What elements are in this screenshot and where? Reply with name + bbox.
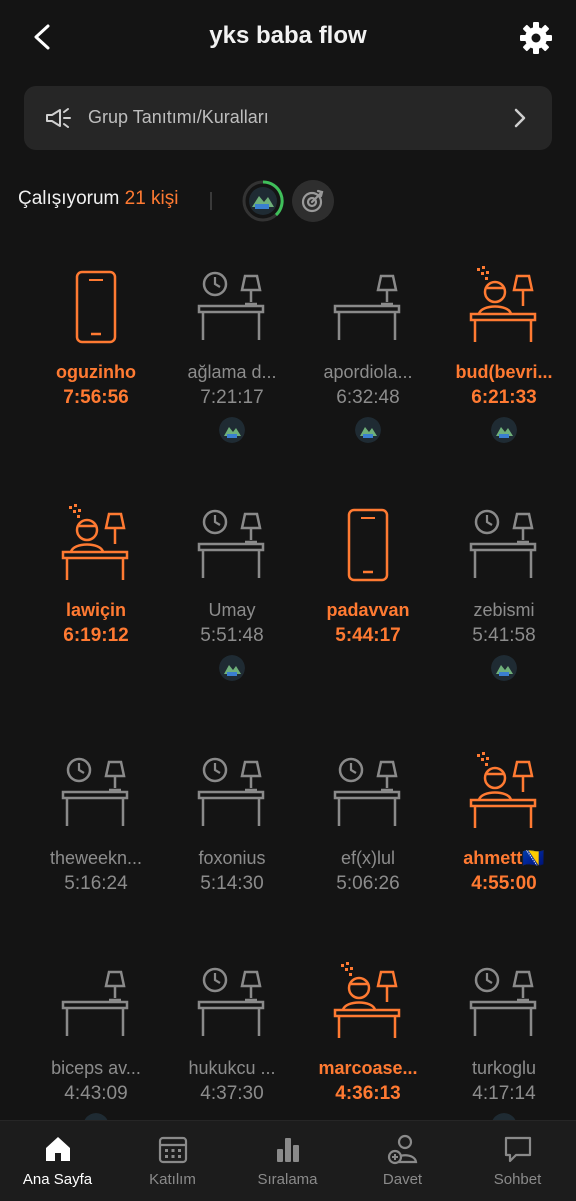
group-rules-label: Grup Tanıtımı/Kuralları xyxy=(88,107,269,127)
divider xyxy=(210,192,212,210)
member-time: 6:32:48 xyxy=(336,387,400,408)
member-time: 7:56:56 xyxy=(63,387,129,408)
member-card[interactable]: turkoglu 4:17:14 xyxy=(432,958,576,1139)
member-time: 7:21:17 xyxy=(200,387,264,408)
studying-person-icon xyxy=(333,962,401,1038)
desk-clock-icon xyxy=(197,271,265,340)
tab-attendance[interactable]: Katılım xyxy=(115,1121,230,1201)
group-badge-icon xyxy=(355,417,381,443)
chat-icon xyxy=(504,1136,531,1163)
avatar[interactable] xyxy=(242,180,284,222)
member-card[interactable]: theweekn... 5:16:24 xyxy=(24,748,168,895)
chevron-right-icon xyxy=(514,108,526,128)
group-badge-icon xyxy=(491,417,517,443)
top-bar: yks baba flow xyxy=(0,0,576,74)
member-name: hukukcu ... xyxy=(188,1058,276,1078)
member-time: 4:36:13 xyxy=(335,1083,401,1104)
studying-label: Çalışıyorum xyxy=(18,188,120,209)
home-icon xyxy=(45,1137,70,1161)
tab-label: Katılım xyxy=(149,1171,196,1188)
tab-label: Sohbet xyxy=(493,1171,542,1188)
studying-count: 21 kişi xyxy=(124,188,179,209)
member-card[interactable]: marcoase... 4:36:13 xyxy=(296,958,440,1105)
member-name: Umay xyxy=(208,600,256,620)
desk-clock-icon xyxy=(197,509,265,578)
target-icon[interactable] xyxy=(292,180,334,222)
member-card[interactable]: bud(bevri... 6:21:33 xyxy=(432,262,576,443)
desk-clock-icon xyxy=(61,757,129,826)
member-card[interactable]: zebismi 5:41:58 xyxy=(432,500,576,681)
tab-label: Sıralama xyxy=(257,1171,318,1188)
studying-person-icon xyxy=(469,752,537,828)
member-name: oguzinho xyxy=(56,362,136,382)
desk-lamp-icon xyxy=(333,274,401,340)
megaphone-icon xyxy=(46,108,71,128)
member-name: theweekn... xyxy=(49,848,143,868)
member-card[interactable]: Umay 5:51:48 xyxy=(160,500,304,681)
member-name: padavvan xyxy=(326,600,410,620)
tab-label: Ana Sayfa xyxy=(22,1171,93,1188)
phone-icon xyxy=(347,508,389,582)
member-time: 5:14:30 xyxy=(200,873,264,894)
bar-chart-icon xyxy=(276,1138,299,1162)
group-badge-icon xyxy=(491,655,517,681)
tab-label: Davet xyxy=(382,1171,423,1188)
member-name: apordiola... xyxy=(323,362,413,382)
desk-lamp-icon xyxy=(61,970,129,1036)
member-name: lawiçin xyxy=(65,600,127,620)
page-title: yks baba flow xyxy=(209,22,367,49)
phone-icon xyxy=(75,270,117,344)
member-name: bud(bevri... xyxy=(455,362,553,382)
member-name: zebismi xyxy=(473,600,535,620)
member-card[interactable]: hukukcu ... 4:37:30 xyxy=(160,958,304,1105)
member-time: 4:43:09 xyxy=(64,1083,128,1104)
member-card[interactable]: ağlama d... 7:21:17 xyxy=(160,262,304,443)
member-time: 4:17:14 xyxy=(472,1083,536,1104)
desk-clock-icon xyxy=(469,967,537,1036)
gear-icon[interactable] xyxy=(518,20,554,56)
add-user-icon xyxy=(387,1134,417,1165)
member-name: ahmett🇧🇦 xyxy=(463,848,545,868)
member-card[interactable]: lawiçin 6:19:12 xyxy=(24,500,168,647)
member-name: biceps av... xyxy=(51,1058,141,1078)
member-time: 4:37:30 xyxy=(200,1083,264,1104)
member-card[interactable]: padavvan 5:44:17 xyxy=(296,500,440,647)
member-time: 6:21:33 xyxy=(471,387,537,408)
group-badge-icon xyxy=(219,655,245,681)
member-time: 5:06:26 xyxy=(336,873,400,894)
member-name: ef(x)lul xyxy=(340,848,395,868)
group-badge-icon xyxy=(219,417,245,443)
member-time: 5:51:48 xyxy=(200,625,264,646)
member-name: ağlama d... xyxy=(187,362,277,382)
member-time: 5:44:17 xyxy=(335,625,401,646)
member-time: 5:41:58 xyxy=(472,625,536,646)
desk-clock-icon xyxy=(469,509,537,578)
calendar-icon xyxy=(158,1136,187,1164)
member-card[interactable]: ahmett🇧🇦 4:55:00 xyxy=(432,748,576,895)
member-time: 5:16:24 xyxy=(64,873,128,894)
desk-clock-icon xyxy=(333,757,401,826)
member-card[interactable]: apordiola... 6:32:48 xyxy=(296,262,440,443)
member-card[interactable]: ef(x)lul 5:06:26 xyxy=(296,748,440,895)
studying-person-icon xyxy=(61,504,129,580)
member-time: 6:19:12 xyxy=(63,625,129,646)
bottom-tab-bar: Ana Sayfa Katılım Sıralama Davet Sohbet xyxy=(0,1120,576,1201)
member-card[interactable]: oguzinho 7:56:56 xyxy=(24,262,168,409)
tab-invite[interactable]: Davet xyxy=(345,1121,460,1201)
desk-clock-icon xyxy=(197,757,265,826)
tab-ranking[interactable]: Sıralama xyxy=(230,1121,345,1201)
member-card[interactable]: biceps av... 4:43:09 xyxy=(24,958,168,1139)
tab-home[interactable]: Ana Sayfa xyxy=(0,1121,115,1201)
member-time: 4:55:00 xyxy=(471,873,537,894)
tab-chat[interactable]: Sohbet xyxy=(460,1121,575,1201)
member-name: turkoglu xyxy=(471,1058,537,1078)
desk-clock-icon xyxy=(197,967,265,1036)
studying-summary: Çalışıyorum 21 kişi xyxy=(18,188,179,210)
group-rules-button[interactable]: Grup Tanıtımı/Kuralları xyxy=(24,86,552,150)
studying-person-icon xyxy=(469,266,537,342)
member-name: foxonius xyxy=(198,848,266,868)
member-card[interactable]: foxonius 5:14:30 xyxy=(160,748,304,895)
member-name: marcoase... xyxy=(318,1058,418,1078)
